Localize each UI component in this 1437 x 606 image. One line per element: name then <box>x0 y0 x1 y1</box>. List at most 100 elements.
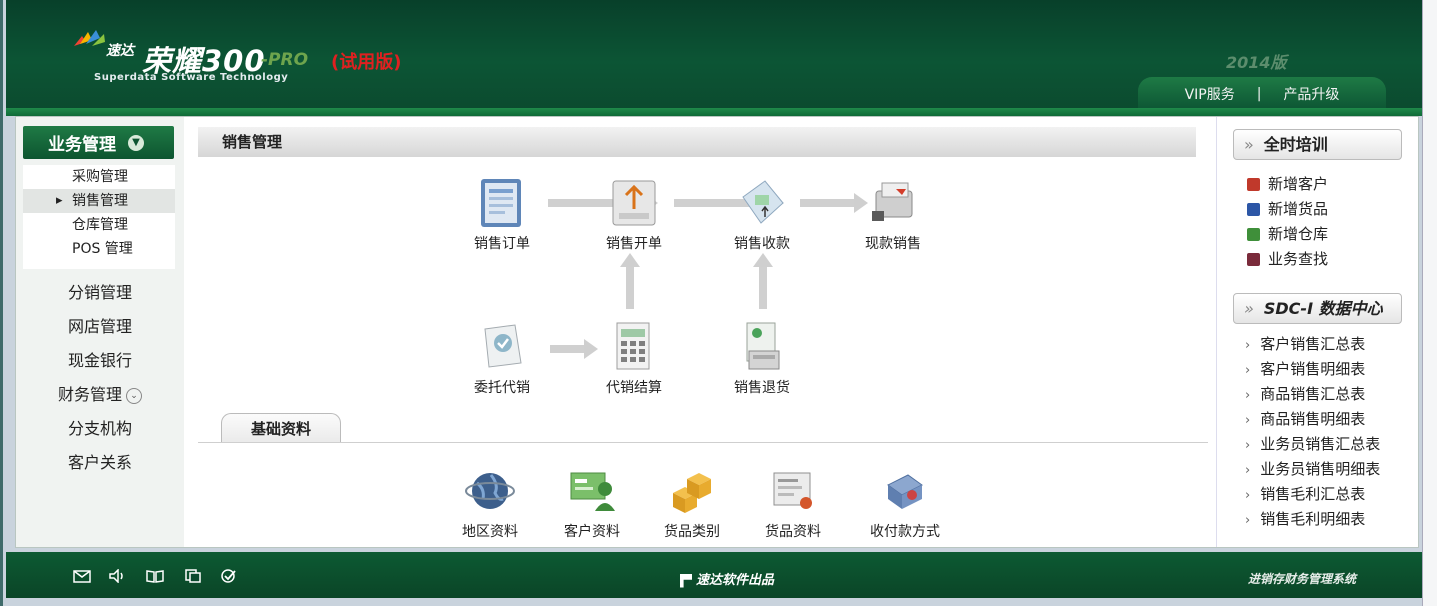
sidebar-item-finance[interactable]: 财务管理 ⌄ <box>16 381 184 405</box>
product-upgrade-link[interactable]: 产品升级 <box>1283 84 1339 104</box>
sidebar-item-branches[interactable]: 分支机构 <box>16 415 184 439</box>
flow-arrow <box>753 253 773 309</box>
business-search-icon <box>1247 253 1260 266</box>
quick-add-goods[interactable]: 新增货品 <box>1247 199 1328 219</box>
sidebar-item-finance-label: 财务管理 <box>57 385 122 404</box>
chevron-right-icon: › <box>1245 388 1251 403</box>
flow-arrow <box>620 253 640 309</box>
speaker-icon[interactable] <box>108 568 128 584</box>
quick-add-customer[interactable]: 新增客户 <box>1247 174 1328 194</box>
goods-info-icon <box>766 465 820 517</box>
report-link[interactable]: › 销售毛利汇总表 <box>1245 484 1365 504</box>
status-bar: 速达软件出品 进销存财务管理系统 <box>6 552 1425 598</box>
sales-receipt-label: 销售收款 <box>734 236 790 252</box>
quick-add-warehouse[interactable]: 新增仓库 <box>1247 224 1328 244</box>
sidebar-item-online-store[interactable]: 网店管理 <box>16 313 184 337</box>
training-title: 全时培训 <box>1263 135 1328 154</box>
report-label: 商品销售汇总表 <box>1260 385 1366 403</box>
consignment-label: 委托代销 <box>474 380 530 396</box>
new-customer-icon <box>1247 178 1260 191</box>
chevron-down-icon[interactable]: ▼ <box>128 134 144 151</box>
sales-invoice-icon <box>607 177 661 229</box>
brand-logo-icon <box>680 573 692 588</box>
check-circle-icon[interactable] <box>220 569 240 583</box>
chevron-right-icon: › <box>1245 363 1251 378</box>
book-icon[interactable] <box>145 569 165 583</box>
double-chevron-icon: » <box>1244 135 1254 154</box>
version-label: 2014版 <box>1226 53 1287 72</box>
logo-icon <box>72 28 106 54</box>
tab-divider <box>198 442 1208 443</box>
footer-system-name: 进销存财务管理系统 <box>1248 572 1357 586</box>
sales-invoice-button[interactable]: 销售开单 <box>589 177 679 253</box>
payment-method-button[interactable]: 收付款方式 <box>855 465 955 541</box>
data-center-header[interactable]: » SDC-I 数据中心 <box>1233 293 1402 324</box>
cash-sale-icon <box>866 177 920 229</box>
copy-icon[interactable] <box>184 569 204 583</box>
tab-basic-data[interactable]: 基础资料 <box>221 413 341 443</box>
vip-service-link[interactable]: VIP服务 <box>1185 84 1235 104</box>
right-scroll-edge <box>1422 0 1437 606</box>
logo-small-text: 速达 <box>106 43 134 59</box>
globe-icon <box>463 465 517 517</box>
report-link[interactable]: › 客户销售汇总表 <box>1245 334 1365 354</box>
goods-data-button[interactable]: 货品资料 <box>748 465 838 541</box>
report-label: 业务员销售汇总表 <box>1260 435 1381 453</box>
region-data-button[interactable]: 地区资料 <box>445 465 535 541</box>
sidebar-item-cash-bank[interactable]: 现金银行 <box>16 347 184 371</box>
sales-order-button[interactable]: 销售订单 <box>457 177 547 253</box>
customer-data-label: 客户资料 <box>564 524 620 540</box>
report-label: 客户销售明细表 <box>1260 360 1366 378</box>
consignment-icon <box>475 321 529 373</box>
report-label: 业务员销售明细表 <box>1260 460 1381 478</box>
header-divider <box>6 108 1425 116</box>
consignment-button[interactable]: 委托代销 <box>457 321 547 397</box>
sidebar-title-business[interactable]: 业务管理 ▼ <box>23 126 174 159</box>
sidebar-item-sales[interactable]: 销售管理 <box>23 189 175 213</box>
report-link[interactable]: › 业务员销售明细表 <box>1245 459 1380 479</box>
cash-sale-label: 现款销售 <box>865 236 921 252</box>
goods-data-label: 货品资料 <box>765 524 821 540</box>
footer-brand-label: 速达软件出品 <box>696 573 775 588</box>
app-header: 速达 荣耀300 -PRO (试用版) Superdata Software T… <box>6 0 1425 113</box>
goods-category-button[interactable]: 货品类别 <box>647 465 737 541</box>
quick-item-label: 业务查找 <box>1268 250 1329 268</box>
calculator-icon <box>607 321 661 373</box>
report-link[interactable]: › 销售毛利明细表 <box>1245 509 1365 529</box>
logo-subtitle: Superdata Software Technology <box>94 72 289 83</box>
data-center-title: SDC-I 数据中心 <box>1263 299 1383 318</box>
report-link[interactable]: › 业务员销售汇总表 <box>1245 434 1380 454</box>
sales-return-label: 销售退货 <box>734 380 790 396</box>
logo-trial-badge: (试用版) <box>331 52 402 73</box>
customer-card-icon <box>565 465 619 517</box>
consignment-settlement-button[interactable]: 代销结算 <box>589 321 679 397</box>
report-label: 销售毛利明细表 <box>1260 510 1366 528</box>
sidebar-item-pos[interactable]: POS 管理 <box>23 237 175 261</box>
sales-order-icon <box>475 177 529 229</box>
chevron-right-icon: › <box>1245 488 1251 503</box>
new-goods-icon <box>1247 203 1260 216</box>
logo-pro: -PRO <box>261 50 309 70</box>
training-header[interactable]: » 全时培训 <box>1233 129 1402 160</box>
sidebar-item-warehouse[interactable]: 仓库管理 <box>23 213 175 237</box>
report-link[interactable]: › 商品销售汇总表 <box>1245 384 1365 404</box>
report-label: 销售毛利汇总表 <box>1260 485 1366 503</box>
mail-icon[interactable] <box>73 569 93 583</box>
quick-item-label: 新增货品 <box>1268 200 1329 218</box>
chevron-right-icon: › <box>1245 513 1251 528</box>
sales-return-button[interactable]: 销售退货 <box>717 321 807 397</box>
expand-circle-icon[interactable]: ⌄ <box>126 387 142 404</box>
chevron-right-icon: › <box>1245 338 1251 353</box>
customer-data-button[interactable]: 客户资料 <box>547 465 637 541</box>
sidebar-item-purchase[interactable]: 采购管理 <box>23 165 175 189</box>
sidebar-item-crm[interactable]: 客户关系 <box>16 449 184 473</box>
content-area: 业务管理 ▼ 采购管理 销售管理 仓库管理 POS 管理 分销管理 网店管理 现… <box>15 116 1419 548</box>
sales-receipt-button[interactable]: 销售收款 <box>717 177 807 253</box>
report-link[interactable]: › 客户销售明细表 <box>1245 359 1365 379</box>
app-window: 速达 荣耀300 -PRO (试用版) Superdata Software T… <box>0 0 1437 606</box>
quick-item-label: 新增仓库 <box>1268 225 1329 243</box>
report-link[interactable]: › 商品销售明细表 <box>1245 409 1365 429</box>
sidebar-item-distribution[interactable]: 分销管理 <box>16 279 184 303</box>
cash-sale-button[interactable]: 现款销售 <box>848 177 938 253</box>
quick-business-search[interactable]: 业务查找 <box>1247 249 1328 269</box>
